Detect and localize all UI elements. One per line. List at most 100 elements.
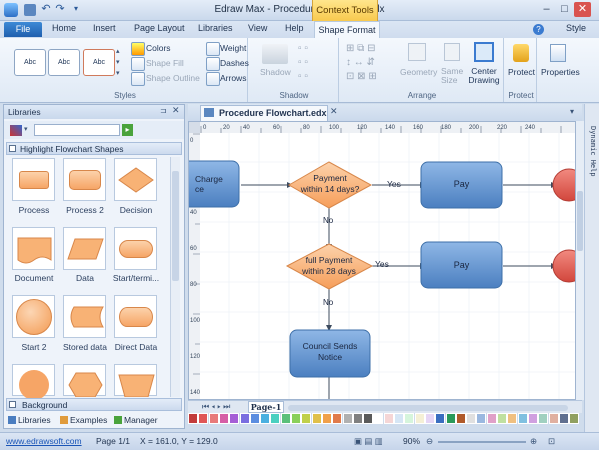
style-swatch-1[interactable]: Abc <box>14 49 46 76</box>
color-swatch[interactable] <box>424 413 435 424</box>
tab-manager[interactable]: Manager <box>124 415 158 425</box>
tab-list-arrow-icon[interactable]: ▾ <box>570 107 574 116</box>
color-swatch[interactable] <box>280 413 291 424</box>
process-2-shape-thumb[interactable] <box>63 158 106 201</box>
direct-data-shape-thumb[interactable] <box>114 295 157 338</box>
terminator-shape-thumb[interactable] <box>114 227 157 270</box>
color-swatch[interactable] <box>476 413 487 424</box>
search-go-icon[interactable]: ▸ <box>122 124 133 136</box>
start-2-shape-thumb[interactable] <box>12 295 55 338</box>
document-tab[interactable]: Procedure Flowchart.edx <box>200 105 328 121</box>
colors-button[interactable]: Colors <box>146 43 171 53</box>
process-shape-thumb[interactable] <box>12 158 55 201</box>
color-swatch[interactable] <box>435 413 446 424</box>
color-swatch[interactable] <box>517 413 528 424</box>
color-swatch[interactable] <box>229 413 240 424</box>
protect-button[interactable]: Protect <box>508 67 535 77</box>
color-swatch[interactable] <box>507 413 518 424</box>
tab-help[interactable]: Help <box>285 23 304 37</box>
document-close-icon[interactable]: ✕ <box>330 106 338 117</box>
tab-examples[interactable]: Examples <box>70 415 107 425</box>
expand-icon[interactable] <box>9 401 16 408</box>
color-swatch[interactable] <box>414 413 425 424</box>
page-tab[interactable]: Page-1 <box>248 401 284 413</box>
shape-thumb-partial[interactable] <box>63 364 106 397</box>
website-link[interactable]: www.edrawsoft.com <box>6 436 82 446</box>
arrows-button[interactable]: Arrows <box>220 73 246 83</box>
arrange-small-icons[interactable]: ⊞ ⧉ ⊟ ↕ ↔ ⇵ ⊡ ⊠ ⊞ <box>346 42 398 86</box>
canvas-horizontal-scrollbar[interactable] <box>288 405 568 411</box>
zoom-out-icon[interactable]: ⊖ <box>426 436 433 447</box>
tab-libraries-panel[interactable]: Libraries <box>18 415 51 425</box>
data-shape-thumb[interactable] <box>63 227 106 270</box>
page-nav-arrows-icon[interactable]: ⏮ ◂ ▸ ⏭ <box>202 402 230 412</box>
geometry-button[interactable]: Geometry <box>400 67 437 77</box>
shape-thumb-partial[interactable] <box>12 364 55 400</box>
color-swatch[interactable] <box>527 413 538 424</box>
color-swatch[interactable] <box>486 413 497 424</box>
decision-shape-thumb[interactable] <box>114 158 157 201</box>
color-swatch[interactable] <box>569 413 580 424</box>
color-swatch[interactable] <box>404 413 415 424</box>
tab-file[interactable]: File <box>4 22 42 37</box>
color-swatch[interactable] <box>497 413 507 424</box>
weight-button[interactable]: Weight <box>220 43 246 53</box>
library-scrollbar[interactable] <box>170 157 180 397</box>
color-swatch[interactable] <box>363 413 374 424</box>
color-swatch[interactable] <box>383 413 394 424</box>
zoom-in-icon[interactable]: ⊕ <box>530 436 537 447</box>
library-search-input[interactable] <box>34 124 120 136</box>
color-swatch[interactable] <box>558 413 569 424</box>
style-swatch-3[interactable]: Abc <box>83 49 115 76</box>
color-swatch[interactable] <box>218 413 229 424</box>
color-swatch[interactable] <box>466 413 477 424</box>
properties-button[interactable]: Properties <box>541 67 580 77</box>
shape-fill-button[interactable]: Shape Fill <box>146 58 184 68</box>
color-swatch[interactable] <box>301 413 312 424</box>
background-category-header[interactable]: Background <box>6 398 182 411</box>
library-menu-arrow-icon[interactable]: ▾ <box>24 125 28 133</box>
color-swatch[interactable] <box>455 413 466 424</box>
color-swatch[interactable] <box>352 413 363 424</box>
dashes-button[interactable]: Dashes <box>220 58 249 68</box>
shadow-direction-icons[interactable]: ▫ ▫ ▫ ▫ ▫ ▫ <box>298 42 334 86</box>
color-swatch[interactable] <box>342 413 353 424</box>
color-swatch[interactable] <box>548 413 559 424</box>
tab-insert[interactable]: Insert <box>93 23 116 37</box>
stored-data-shape-thumb[interactable] <box>63 295 106 338</box>
canvas-vertical-scrollbar[interactable] <box>576 121 584 400</box>
tab-libraries[interactable]: Libraries <box>198 23 233 37</box>
color-swatch[interactable] <box>332 413 343 424</box>
tab-home[interactable]: Home <box>52 23 76 37</box>
view-mode-icons[interactable]: ▣ ▤ ▥ <box>354 436 383 447</box>
tab-view[interactable]: View <box>248 23 267 37</box>
drawing-canvas[interactable]: 0 20 40 60 80 100 120 140 160 180 200 22… <box>188 121 576 400</box>
shape-thumb-partial[interactable] <box>114 364 157 397</box>
shape-outline-button[interactable]: Shape Outline <box>146 73 200 83</box>
panel-close-icon[interactable]: ✕ <box>172 105 180 116</box>
document-shape-thumb[interactable] <box>12 227 55 270</box>
style-menu[interactable]: Style <box>566 23 586 37</box>
style-gallery-scroll-icon[interactable]: ▴ ▾ ▾ <box>116 46 124 82</box>
color-swatch[interactable] <box>249 413 260 424</box>
color-swatch[interactable] <box>373 413 384 424</box>
shadow-button[interactable]: Shadow <box>260 67 291 77</box>
style-swatch-2[interactable]: Abc <box>48 49 80 76</box>
collapse-icon[interactable] <box>9 145 16 152</box>
color-swatch[interactable] <box>321 413 332 424</box>
color-swatch[interactable] <box>270 413 281 424</box>
minimize-button[interactable]: – <box>538 2 555 17</box>
zoom-slider[interactable] <box>438 441 526 443</box>
color-swatch[interactable] <box>198 413 209 424</box>
color-swatch[interactable] <box>291 413 301 424</box>
maximize-button[interactable]: □ <box>556 2 573 17</box>
same-size-button[interactable]: Same Size <box>441 67 465 85</box>
center-drawing-button[interactable]: Center Drawing <box>466 67 502 85</box>
fit-page-icon[interactable]: ⊡ <box>548 436 555 447</box>
color-swatch[interactable] <box>538 413 549 424</box>
tab-page-layout[interactable]: Page Layout <box>134 23 185 37</box>
color-swatch[interactable] <box>394 413 404 424</box>
dynamic-help-tab[interactable]: Dynamic Help <box>586 126 597 206</box>
color-swatch[interactable] <box>239 413 250 424</box>
pin-icon[interactable]: ⊐ <box>160 106 167 115</box>
